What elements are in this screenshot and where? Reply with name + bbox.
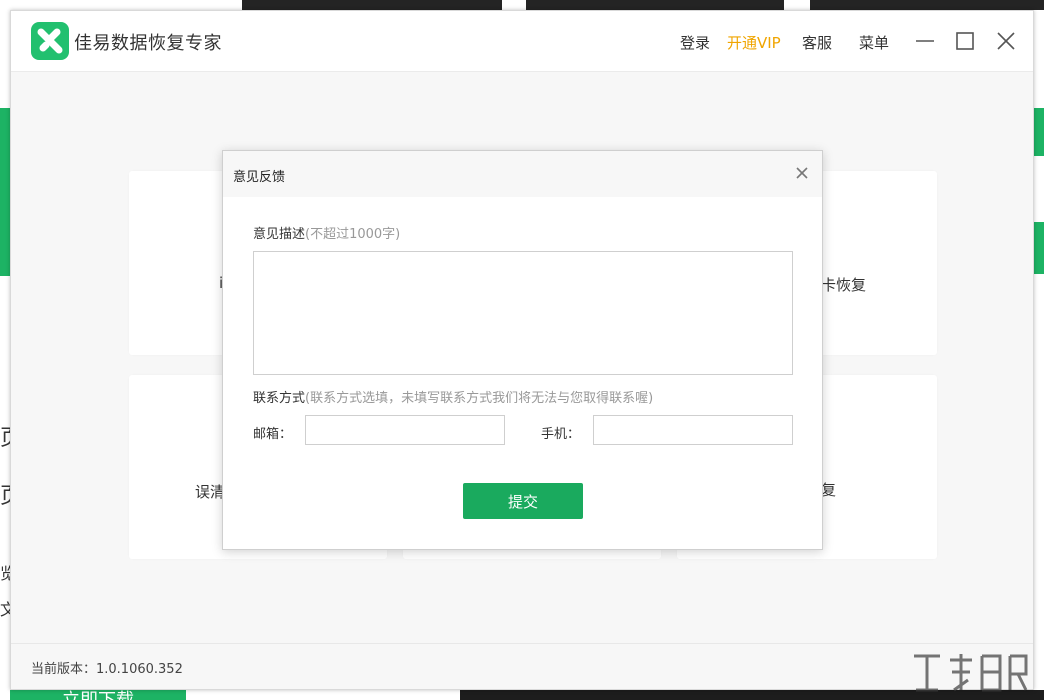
feedback-dialog: 意见反馈 意见描述(不超过1000字) 联系方式(联系方式选填，未填写联系方式我… bbox=[222, 150, 823, 550]
watermark-logo-icon bbox=[910, 650, 1030, 694]
background-window-strip bbox=[526, 0, 784, 10]
minimize-icon[interactable] bbox=[913, 29, 937, 53]
contact-label: 联系方式(联系方式选填，未填写联系方式我们将无法与您取得联系喔) bbox=[253, 387, 653, 406]
menu-link[interactable]: 菜单 bbox=[859, 32, 889, 53]
phone-field[interactable] bbox=[593, 415, 793, 445]
version-label: 当前版本：1.0.1060.352 bbox=[31, 662, 183, 677]
contact-label-text: 联系方式 bbox=[253, 391, 306, 406]
background-window-strip bbox=[810, 0, 1044, 10]
status-bar: 当前版本：1.0.1060.352 bbox=[11, 643, 1033, 689]
close-icon[interactable] bbox=[994, 29, 1018, 53]
phone-label: 手机： bbox=[541, 427, 581, 442]
description-hint: (不超过1000字) bbox=[305, 227, 401, 242]
app-title: 佳易数据恢复专家 bbox=[74, 33, 222, 54]
maximize-icon[interactable] bbox=[953, 29, 977, 53]
card-label: 复 bbox=[821, 481, 837, 499]
dialog-header: 意见反馈 bbox=[223, 151, 822, 197]
dialog-title: 意见反馈 bbox=[233, 170, 286, 185]
background-window-strip bbox=[242, 0, 502, 10]
login-link[interactable]: 登录 bbox=[680, 32, 710, 53]
vip-link[interactable]: 开通VIP bbox=[727, 32, 781, 53]
email-label: 邮箱： bbox=[253, 427, 293, 442]
customer-service-link[interactable]: 客服 bbox=[802, 32, 832, 53]
dialog-close-icon[interactable] bbox=[794, 165, 810, 181]
contact-hint: (联系方式选填，未填写联系方式我们将无法与您取得联系喔) bbox=[305, 391, 654, 406]
card-label: 卡恢复 bbox=[821, 276, 867, 294]
description-label-text: 意见描述 bbox=[253, 227, 306, 242]
submit-button[interactable]: 提交 bbox=[463, 483, 583, 519]
email-field[interactable] bbox=[305, 415, 505, 445]
description-label: 意见描述(不超过1000字) bbox=[253, 223, 400, 242]
title-bar: 佳易数据恢复专家 登录 开通VIP 客服 菜单 bbox=[11, 11, 1033, 72]
app-logo-icon bbox=[31, 22, 69, 60]
card-label: 误清 bbox=[195, 483, 226, 501]
description-textarea[interactable] bbox=[253, 251, 793, 375]
